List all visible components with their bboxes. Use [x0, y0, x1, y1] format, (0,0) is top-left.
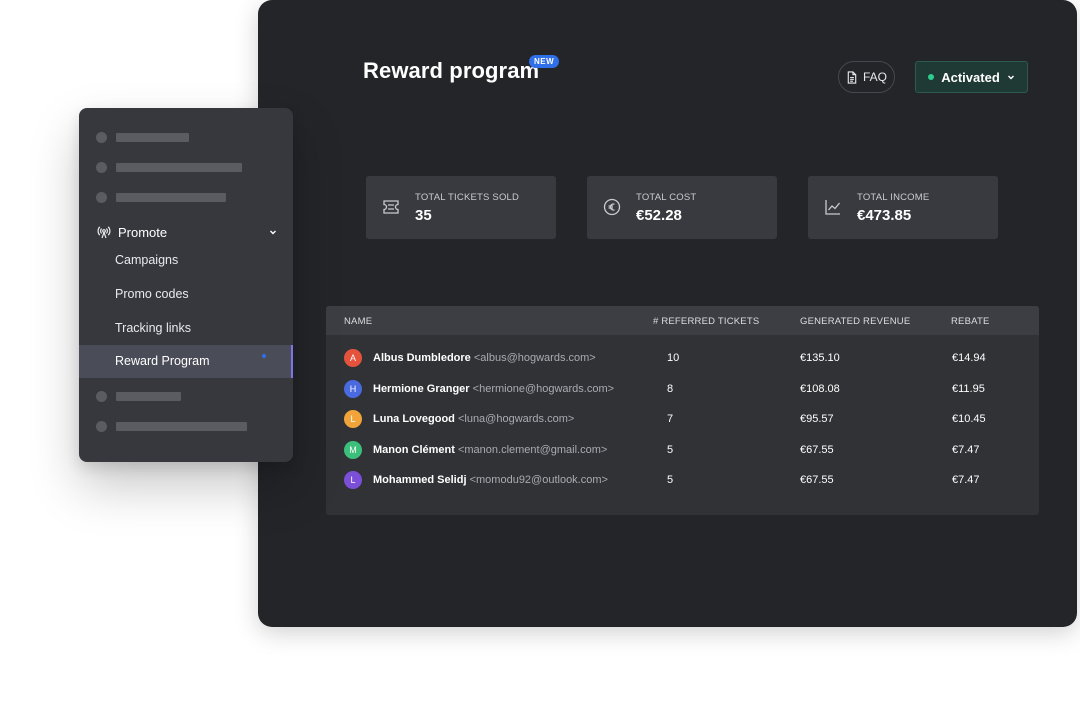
sidebar-item-reward-program[interactable]: Reward Program: [79, 345, 293, 378]
placeholder-bar: [116, 133, 189, 142]
revenue-cell: €135.10: [800, 352, 840, 364]
referrals-table: NAME # REFERRED TICKETS GENERATED REVENU…: [326, 306, 1039, 515]
euro-icon: [603, 198, 621, 216]
status-dropdown[interactable]: Activated: [915, 61, 1028, 93]
person-cell: Manon Clément <manon.clement@gmail.com>: [373, 444, 607, 456]
status-indicator: [928, 74, 935, 80]
column-header-rebate[interactable]: REBATE: [951, 316, 990, 327]
person-email: <hermione@hogwards.com>: [472, 383, 615, 395]
placeholder-bar: [116, 193, 226, 202]
ticket-icon: [383, 200, 399, 214]
revenue-cell: €108.08: [800, 383, 840, 395]
page-title: Reward program: [363, 58, 540, 83]
avatar: A: [344, 349, 362, 367]
faq-label: FAQ: [862, 70, 887, 84]
broadcast-icon: [97, 226, 111, 239]
person-name: Albus Dumbledore: [373, 352, 471, 364]
sidebar: Promote Campaigns Promo codes Tracking l…: [79, 108, 293, 462]
person-email: <albus@hogwards.com>: [473, 352, 596, 364]
revenue-cell: €67.55: [800, 474, 834, 486]
sidebar-item-campaigns[interactable]: Campaigns: [115, 253, 178, 267]
notification-dot: [262, 354, 266, 358]
stat-label: TOTAL COST: [636, 192, 697, 203]
placeholder-dot: [96, 391, 107, 402]
rebate-cell: €10.45: [952, 413, 986, 425]
revenue-cell: €67.55: [800, 444, 834, 456]
table-row[interactable]: M Manon Clément <manon.clement@gmail.com…: [326, 435, 1039, 465]
placeholder-bar: [116, 392, 181, 401]
sidebar-item-promo-codes[interactable]: Promo codes: [115, 287, 189, 301]
person-cell: Luna Lovegood <luna@hogwards.com>: [373, 413, 574, 425]
person-cell: Albus Dumbledore <albus@hogwards.com>: [373, 352, 596, 364]
person-name: Mohammed Selidj: [373, 474, 467, 486]
person-name: Luna Lovegood: [373, 413, 455, 425]
placeholder-dot: [96, 192, 107, 203]
placeholder-bar: [116, 163, 242, 172]
person-email: <momodu92@outlook.com>: [469, 474, 608, 486]
tickets-cell: 5: [667, 444, 674, 456]
rebate-cell: €11.95: [952, 383, 985, 395]
rebate-cell: €7.47: [952, 474, 980, 486]
person-cell: Mohammed Selidj <momodu92@outlook.com>: [373, 474, 608, 486]
avatar: H: [344, 380, 362, 398]
table-row[interactable]: A Albus Dumbledore <albus@hogwards.com> …: [326, 343, 1039, 373]
column-header-tickets[interactable]: # REFERRED TICKETS: [653, 316, 759, 327]
placeholder-bar: [116, 422, 247, 431]
rebate-cell: €7.47: [952, 444, 980, 456]
tickets-cell: 7: [667, 413, 674, 425]
revenue-cell: €95.57: [800, 413, 834, 425]
person-cell: Hermione Granger <hermione@hogwards.com>: [373, 383, 614, 395]
main-panel: Reward program NEW FAQ Activated TOTAL T…: [258, 0, 1077, 627]
tickets-cell: 10: [667, 352, 680, 364]
document-icon: [847, 70, 857, 84]
stat-card-cost: TOTAL COST €52.28: [587, 176, 777, 239]
placeholder-dot: [96, 421, 107, 432]
rebate-cell: €14.94: [952, 352, 986, 364]
avatar: L: [344, 471, 362, 489]
column-header-name[interactable]: NAME: [344, 316, 372, 327]
faq-button[interactable]: FAQ: [838, 61, 895, 93]
stat-card-tickets: TOTAL TICKETS SOLD 35: [366, 176, 556, 239]
table-row[interactable]: L Luna Lovegood <luna@hogwards.com> 7 €9…: [326, 404, 1039, 434]
stat-value: 35: [415, 207, 432, 224]
line-chart-icon: [825, 200, 841, 215]
column-header-revenue[interactable]: GENERATED REVENUE: [800, 316, 910, 327]
table-row[interactable]: H Hermione Granger <hermione@hogwards.co…: [326, 374, 1039, 404]
new-badge: NEW: [529, 55, 560, 68]
chevron-down-icon[interactable]: [269, 228, 277, 236]
stat-value: €52.28: [636, 207, 682, 224]
stat-label: TOTAL INCOME: [857, 192, 930, 203]
stat-card-income: TOTAL INCOME €473.85: [808, 176, 998, 239]
sidebar-section-label: Promote: [118, 225, 168, 240]
person-name: Manon Clément: [373, 444, 455, 456]
placeholder-dot: [96, 162, 107, 173]
stat-label: TOTAL TICKETS SOLD: [415, 192, 520, 203]
person-email: <manon.clement@gmail.com>: [457, 444, 608, 456]
person-email: <luna@hogwards.com>: [457, 413, 575, 425]
tickets-cell: 8: [667, 383, 674, 395]
person-name: Hermione Granger: [373, 383, 470, 395]
sidebar-section-promote[interactable]: Promote: [97, 224, 277, 242]
placeholder-dot: [96, 132, 107, 143]
sidebar-item-label: Reward Program: [115, 354, 210, 368]
sidebar-item-tracking-links[interactable]: Tracking links: [115, 321, 191, 335]
tickets-cell: 5: [667, 474, 674, 486]
chevron-down-icon: [1007, 75, 1014, 80]
stage: Reward program NEW FAQ Activated TOTAL T…: [0, 0, 1080, 711]
status-label: Activated: [941, 69, 1000, 85]
table-header: NAME # REFERRED TICKETS GENERATED REVENU…: [326, 306, 1039, 335]
avatar: L: [344, 410, 362, 428]
stat-value: €473.85: [857, 207, 912, 224]
table-row[interactable]: L Mohammed Selidj <momodu92@outlook.com>…: [326, 465, 1039, 495]
avatar: M: [344, 441, 362, 459]
